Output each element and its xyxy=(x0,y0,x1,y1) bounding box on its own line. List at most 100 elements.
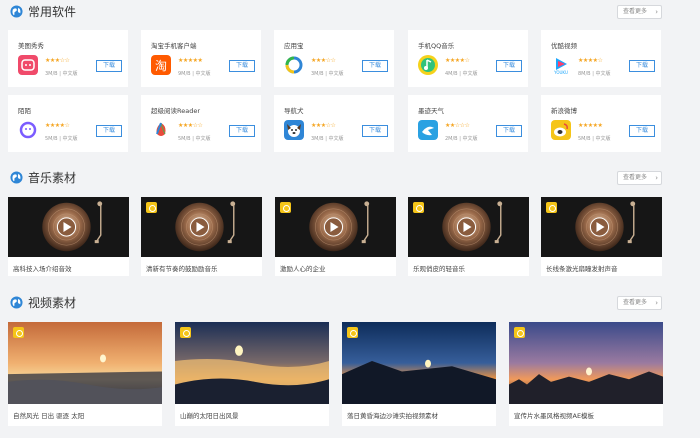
globe-icon xyxy=(10,5,23,18)
download-button[interactable]: 下载 xyxy=(496,125,522,137)
app-card[interactable]: 优酷视频 YOUKU ★★★★☆ 8M/B | 中文版 下载 xyxy=(541,30,661,87)
momo-icon xyxy=(18,120,38,140)
star-rating: ★★★★★ xyxy=(578,122,603,129)
music-card[interactable]: 乐观俏皮的轻音乐 xyxy=(408,197,529,276)
star-rating: ★★★★★ xyxy=(178,57,203,64)
app-lang: 中文版 xyxy=(195,71,211,77)
app-size: 2M/B xyxy=(445,136,458,142)
video-thumbnail xyxy=(342,322,496,404)
app-meta: 3M/B | 中文版 xyxy=(311,135,344,142)
download-button[interactable]: 下载 xyxy=(229,125,255,137)
app-lang: 中文版 xyxy=(595,71,611,77)
weather-icon xyxy=(418,120,438,140)
section-head-apps: 常用软件 查看更多 › xyxy=(8,3,662,21)
app-meta: 5M/B | 中文版 xyxy=(45,135,78,142)
video-card[interactable]: 落日黄昏海边沙滩实拍视频素材 xyxy=(342,322,496,426)
download-button[interactable]: 下载 xyxy=(96,60,122,72)
app-meta: 9M/B | 中文版 xyxy=(178,70,211,77)
app-meta: 4M/B | 中文版 xyxy=(445,70,478,77)
star-rating: ★★☆☆☆ xyxy=(445,122,470,129)
music-title: 长线条激光扇瞳发射声音 xyxy=(546,265,618,273)
video-thumbnail xyxy=(509,322,663,404)
app-size: 5M/B xyxy=(578,136,591,142)
star-rating: ★★★☆☆ xyxy=(311,122,336,129)
app-size: 5M/B xyxy=(45,136,58,142)
download-button[interactable]: 下载 xyxy=(629,60,655,72)
more-label: 查看更多 xyxy=(623,299,648,306)
download-button[interactable]: 下载 xyxy=(362,60,388,72)
video-thumbnail xyxy=(175,322,329,404)
app-name: 导航犬 xyxy=(284,107,304,115)
download-button[interactable]: 下载 xyxy=(229,60,255,72)
app-size: 4M/B xyxy=(445,71,458,77)
app-card[interactable]: 手机QQ音乐 ★★★★☆ 4M/B | 中文版 下载 xyxy=(408,30,528,87)
video-card[interactable]: 山巅的太阳日出风景 xyxy=(175,322,329,426)
premium-badge-icon xyxy=(146,202,157,213)
meitu-icon xyxy=(18,55,38,75)
app-name: 手机QQ音乐 xyxy=(418,42,455,50)
app-meta: 8M/B | 中文版 xyxy=(578,70,611,77)
more-label: 查看更多 xyxy=(623,174,648,181)
premium-badge-icon xyxy=(280,202,291,213)
download-button[interactable]: 下载 xyxy=(96,125,122,137)
video-card[interactable]: 宣传片水墨风格视频AE模板 xyxy=(509,322,663,426)
video-thumbnail xyxy=(8,322,162,404)
app-card[interactable]: 淘宝手机客户端淘 ★★★★★ 9M/B | 中文版 下载 xyxy=(141,30,261,87)
music-thumbnail xyxy=(541,197,662,257)
app-lang: 中文版 xyxy=(62,136,78,142)
music-title: 高科技入场介绍音效 xyxy=(13,265,72,273)
app-name: 陌陌 xyxy=(18,107,31,115)
music-thumbnail xyxy=(141,197,262,257)
app-card[interactable]: 导航犬 ★★★☆☆ 3M/B | 中文版 下载 xyxy=(274,95,394,152)
app-name: 优酷视频 xyxy=(551,42,577,50)
app-lang: 中文版 xyxy=(328,136,344,142)
app-meta: 5M/B | 中文版 xyxy=(578,135,611,142)
more-button[interactable]: 查看更多 › xyxy=(617,296,662,310)
reader-icon xyxy=(151,120,171,140)
app-card[interactable]: 新浪微博 ★★★★★ 5M/B | 中文版 下载 xyxy=(541,95,661,152)
qqmusic-icon xyxy=(418,55,438,75)
music-title: 清新有节奏的鼓励励音乐 xyxy=(146,265,218,273)
download-button[interactable]: 下载 xyxy=(496,60,522,72)
video-title: 落日黄昏海边沙滩实拍视频素材 xyxy=(347,412,438,420)
music-thumbnail xyxy=(8,197,129,257)
music-card[interactable]: 激励人心的企业 xyxy=(275,197,396,276)
video-title: 宣传片水墨风格视频AE模板 xyxy=(514,412,595,420)
app-card[interactable]: 美图秀秀 ★★★☆☆ 3M/B | 中文版 下载 xyxy=(8,30,128,87)
app-size: 3M/B xyxy=(311,71,324,77)
premium-badge-icon xyxy=(347,327,358,338)
app-lang: 中文版 xyxy=(462,136,478,142)
music-card[interactable]: 长线条激光扇瞳发射声音 xyxy=(541,197,662,276)
app-card[interactable]: 应用宝 ★★★☆☆ 3M/B | 中文版 下载 xyxy=(274,30,394,87)
chevron-right-icon: › xyxy=(655,8,658,16)
app-name: 应用宝 xyxy=(284,42,304,50)
app-size: 3M/B xyxy=(311,136,324,142)
app-name: 美图秀秀 xyxy=(18,42,44,50)
video-title: 自然风光 日出 驱逐 太阳 xyxy=(13,412,85,420)
app-meta: 3M/B | 中文版 xyxy=(311,70,344,77)
premium-badge-icon xyxy=(546,202,557,213)
app-lang: 中文版 xyxy=(195,136,211,142)
more-button[interactable]: 查看更多 › xyxy=(617,171,662,185)
app-card[interactable]: 墨迹天气 ★★☆☆☆ 2M/B | 中文版 下载 xyxy=(408,95,528,152)
app-card[interactable]: 陌陌 ★★★★☆ 5M/B | 中文版 下载 xyxy=(8,95,128,152)
premium-badge-icon xyxy=(413,202,424,213)
music-card[interactable]: 高科技入场介绍音效 xyxy=(8,197,129,276)
app-meta: 5M/B | 中文版 xyxy=(178,135,211,142)
premium-badge-icon xyxy=(13,327,24,338)
app-lang: 中文版 xyxy=(62,71,78,77)
music-title: 乐观俏皮的轻音乐 xyxy=(413,265,465,273)
app-lang: 中文版 xyxy=(462,71,478,77)
app-meta: 3M/B | 中文版 xyxy=(45,70,78,77)
music-card[interactable]: 清新有节奏的鼓励励音乐 xyxy=(141,197,262,276)
video-title: 山巅的太阳日出风景 xyxy=(180,412,239,420)
app-card[interactable]: 超级阅读Reader ★★★☆☆ 5M/B | 中文版 下载 xyxy=(141,95,261,152)
yingyongbao-icon xyxy=(284,55,304,75)
premium-badge-icon xyxy=(180,327,191,338)
download-button[interactable]: 下载 xyxy=(362,125,388,137)
more-button[interactable]: 查看更多 › xyxy=(617,5,662,19)
globe-icon xyxy=(10,171,23,184)
app-name: 超级阅读Reader xyxy=(151,107,201,115)
video-card[interactable]: 自然风光 日出 驱逐 太阳 xyxy=(8,322,162,426)
download-button[interactable]: 下载 xyxy=(629,125,655,137)
